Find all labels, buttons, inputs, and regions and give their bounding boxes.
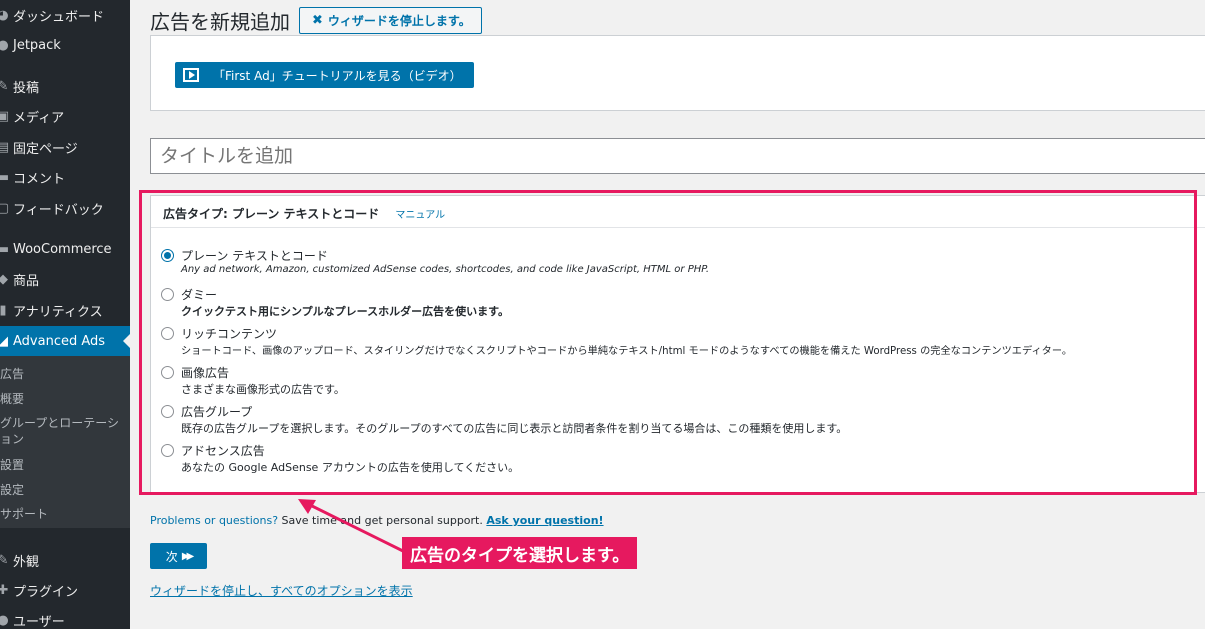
feedback-icon: ▢	[0, 200, 10, 216]
submenu-item-groups[interactable]: グループとローテーシ	[0, 415, 119, 431]
sidebar-item-label: ユーザー	[13, 614, 65, 629]
woocommerce-icon: ▬	[0, 241, 10, 257]
sidebar-item-advanced-ads[interactable]: ◢ Advanced Ads	[0, 326, 130, 356]
sidebar-item-label: プラグイン	[13, 584, 79, 600]
sidebar-item-comments[interactable]: ▬ コメント	[0, 162, 130, 192]
sidebar-item-label: 商品	[13, 273, 40, 289]
analytics-icon: ▮	[0, 302, 7, 318]
stop-wizard-label: ウィザードを停止します。	[327, 14, 471, 28]
submenu-item-groups-cont[interactable]: ョン	[0, 431, 24, 447]
sidebar-item-label: 外観	[13, 554, 40, 570]
annotation-arrow	[298, 499, 406, 554]
submenu-item-settings[interactable]: 設定	[0, 482, 24, 498]
tutorial-panel: 「First Ad」チュートリアルを見る（ビデオ）	[150, 35, 1205, 111]
sidebar-item-label: コメント	[13, 171, 66, 187]
appearance-icon: ✎	[0, 552, 9, 568]
next-button[interactable]: 次 ▶▶	[150, 543, 207, 569]
ad-title-input[interactable]	[150, 138, 1205, 174]
jetpack-icon: ●	[0, 37, 9, 53]
next-button-label: 次	[165, 549, 178, 564]
page-icon: ▤	[0, 139, 10, 155]
pin-icon: ✎	[0, 78, 9, 94]
forward-arrow-icon: ▶▶	[181, 550, 195, 562]
submenu-item-placements[interactable]: 設置	[0, 457, 24, 473]
sidebar-item-label: アナリティクス	[13, 304, 103, 320]
products-icon: ◆	[0, 271, 8, 287]
sidebar-item-plugins[interactable]: ✚ プラグイン	[0, 575, 130, 605]
page-title: 広告を新規追加	[150, 10, 290, 34]
sidebar-item-dashboard[interactable]: ◕ ダッシュボード	[0, 0, 130, 30]
submenu-item-overview[interactable]: 概要	[0, 391, 24, 407]
sidebar-item-label: ダッシュボード	[13, 9, 105, 25]
admin-sidebar: ◕ ダッシュボード ● Jetpack ✎ 投稿 ▣ メディア ▤ 固定ページ …	[0, 0, 130, 629]
tutorial-video-button[interactable]: 「First Ad」チュートリアルを見る（ビデオ）	[175, 62, 474, 88]
sidebar-item-appearance[interactable]: ✎ 外観	[0, 545, 130, 575]
support-question: Problems or questions?	[150, 514, 279, 527]
sidebar-item-label: Jetpack	[13, 37, 61, 53]
sidebar-item-analytics[interactable]: ▮ アナリティクス	[0, 295, 130, 325]
advanced-ads-submenu: 広告 概要 グループとローテーシ ョン 設置 設定 サポート	[0, 356, 130, 528]
play-icon	[183, 68, 199, 82]
advanced-ads-icon: ◢	[0, 333, 8, 349]
annotation-callout: 広告のタイプを選択します。	[402, 537, 638, 569]
sidebar-item-pages[interactable]: ▤ 固定ページ	[0, 132, 130, 162]
dashboard-icon: ◕	[0, 7, 9, 23]
sidebar-item-users[interactable]: ● ユーザー	[0, 605, 130, 629]
sidebar-item-media[interactable]: ▣ メディア	[0, 101, 130, 131]
sidebar-item-label: 固定ページ	[13, 141, 78, 157]
comment-icon: ▬	[0, 169, 10, 185]
sidebar-item-jetpack[interactable]: ● Jetpack	[0, 30, 130, 60]
plugin-icon: ✚	[0, 582, 9, 598]
annotation-highlight-box	[139, 190, 1197, 495]
sidebar-item-label: Advanced Ads	[13, 333, 106, 349]
close-icon: ✖	[312, 13, 323, 28]
sidebar-item-posts[interactable]: ✎ 投稿	[0, 71, 130, 101]
sidebar-item-label: フィードバック	[13, 202, 104, 218]
user-icon: ●	[0, 612, 9, 628]
sidebar-item-label: メディア	[13, 110, 65, 126]
submenu-item-ads[interactable]: 広告	[0, 366, 24, 382]
sidebar-item-woocommerce[interactable]: ▬ WooCommerce	[0, 234, 130, 264]
submenu-item-support[interactable]: サポート	[0, 506, 48, 522]
sidebar-item-products[interactable]: ◆ 商品	[0, 264, 130, 294]
media-icon: ▣	[0, 108, 10, 124]
sidebar-item-label: WooCommerce	[13, 241, 112, 257]
stop-wizard-button[interactable]: ✖ ウィザードを停止します。	[299, 7, 482, 34]
ask-question-link[interactable]: Ask your question!	[486, 514, 603, 527]
sidebar-item-feedback[interactable]: ▢ フィードバック	[0, 193, 130, 223]
stop-wizard-link[interactable]: ウィザードを停止し、すべてのオプションを表示	[150, 582, 413, 599]
tutorial-video-label: 「First Ad」チュートリアルを見る（ビデオ）	[213, 68, 462, 83]
sidebar-item-label: 投稿	[13, 80, 40, 96]
